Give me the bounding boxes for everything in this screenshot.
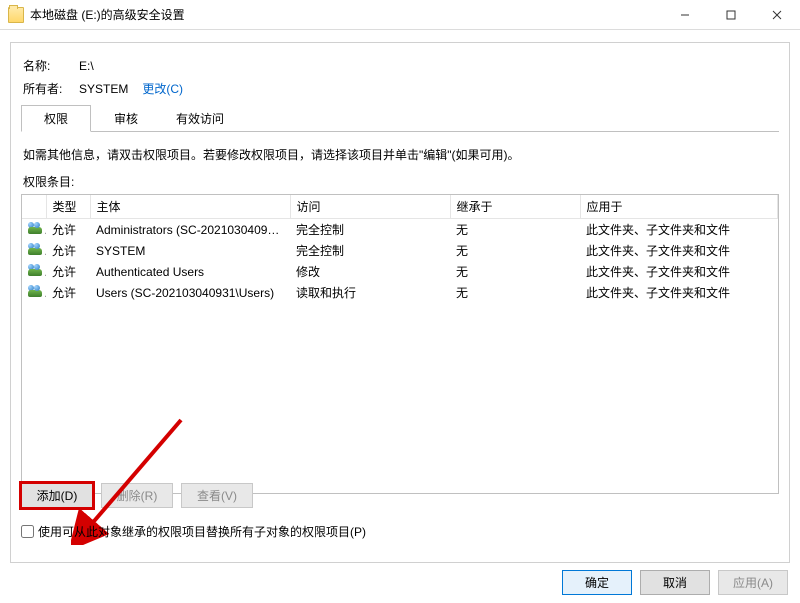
add-button[interactable]: 添加(D)	[21, 483, 93, 508]
owner-value: SYSTEM	[79, 82, 128, 96]
table-row[interactable]: 允许Users (SC-202103040931\Users)读取和执行无此文件…	[22, 282, 778, 303]
table-row[interactable]: 允许SYSTEM完全控制无此文件夹、子文件夹和文件	[22, 240, 778, 261]
permissions-table[interactable]: 类型 主体 访问 继承于 应用于 允许Administrators (SC-20…	[21, 194, 779, 494]
cancel-button[interactable]: 取消	[640, 570, 710, 595]
cell-access: 完全控制	[290, 219, 450, 241]
tabs: 权限 审核 有效访问	[21, 105, 779, 132]
replace-child-permissions-label: 使用可从此对象继承的权限项目替换所有子对象的权限项目(P)	[38, 523, 366, 540]
users-icon	[28, 243, 44, 255]
table-row[interactable]: 允许Authenticated Users修改无此文件夹、子文件夹和文件	[22, 261, 778, 282]
name-value: E:\	[79, 59, 94, 73]
cell-access: 完全控制	[290, 240, 450, 261]
col-icon[interactable]	[22, 195, 46, 219]
cell-type: 允许	[46, 219, 90, 241]
col-principal[interactable]: 主体	[90, 195, 290, 219]
cell-principal: SYSTEM	[90, 240, 290, 261]
cell-principal: Administrators (SC-20210304093...	[90, 219, 290, 241]
name-label: 名称:	[23, 57, 75, 74]
cell-access: 修改	[290, 261, 450, 282]
cell-principal: Authenticated Users	[90, 261, 290, 282]
cell-applies: 此文件夹、子文件夹和文件	[580, 219, 778, 241]
cell-inherited: 无	[450, 282, 580, 303]
maximize-button[interactable]	[708, 0, 754, 29]
users-icon	[28, 222, 44, 234]
close-button[interactable]	[754, 0, 800, 29]
apply-button: 应用(A)	[718, 570, 788, 595]
entries-label: 权限条目:	[23, 173, 779, 190]
replace-child-permissions-checkbox[interactable]	[21, 525, 34, 538]
col-access[interactable]: 访问	[290, 195, 450, 219]
titlebar: 本地磁盘 (E:)的高级安全设置	[0, 0, 800, 30]
main-panel: 名称: E:\ 所有者: SYSTEM 更改(C) 权限 审核 有效访问 如需其…	[10, 42, 790, 563]
cell-type: 允许	[46, 261, 90, 282]
folder-icon	[8, 7, 24, 23]
change-owner-link[interactable]: 更改(C)	[142, 80, 183, 97]
col-applies[interactable]: 应用于	[580, 195, 778, 219]
cell-inherited: 无	[450, 240, 580, 261]
cell-inherited: 无	[450, 261, 580, 282]
cell-principal: Users (SC-202103040931\Users)	[90, 282, 290, 303]
owner-label: 所有者:	[23, 80, 75, 97]
tab-effective-access[interactable]: 有效访问	[161, 105, 239, 132]
description-text: 如需其他信息，请双击权限项目。若要修改权限项目，请选择该项目并单击"编辑"(如果…	[23, 146, 777, 163]
users-icon	[28, 264, 44, 276]
cell-type: 允许	[46, 240, 90, 261]
col-type[interactable]: 类型	[46, 195, 90, 219]
cell-applies: 此文件夹、子文件夹和文件	[580, 282, 778, 303]
cell-applies: 此文件夹、子文件夹和文件	[580, 240, 778, 261]
table-row[interactable]: 允许Administrators (SC-20210304093...完全控制无…	[22, 219, 778, 241]
tab-auditing[interactable]: 审核	[91, 105, 161, 132]
cell-type: 允许	[46, 282, 90, 303]
view-button: 查看(V)	[181, 483, 253, 508]
remove-button: 删除(R)	[101, 483, 173, 508]
cell-access: 读取和执行	[290, 282, 450, 303]
col-inherited[interactable]: 继承于	[450, 195, 580, 219]
cell-applies: 此文件夹、子文件夹和文件	[580, 261, 778, 282]
users-icon	[28, 285, 44, 297]
cell-inherited: 无	[450, 219, 580, 241]
minimize-button[interactable]	[662, 0, 708, 29]
window-title: 本地磁盘 (E:)的高级安全设置	[30, 6, 185, 23]
tab-permissions[interactable]: 权限	[21, 105, 91, 132]
ok-button[interactable]: 确定	[562, 570, 632, 595]
